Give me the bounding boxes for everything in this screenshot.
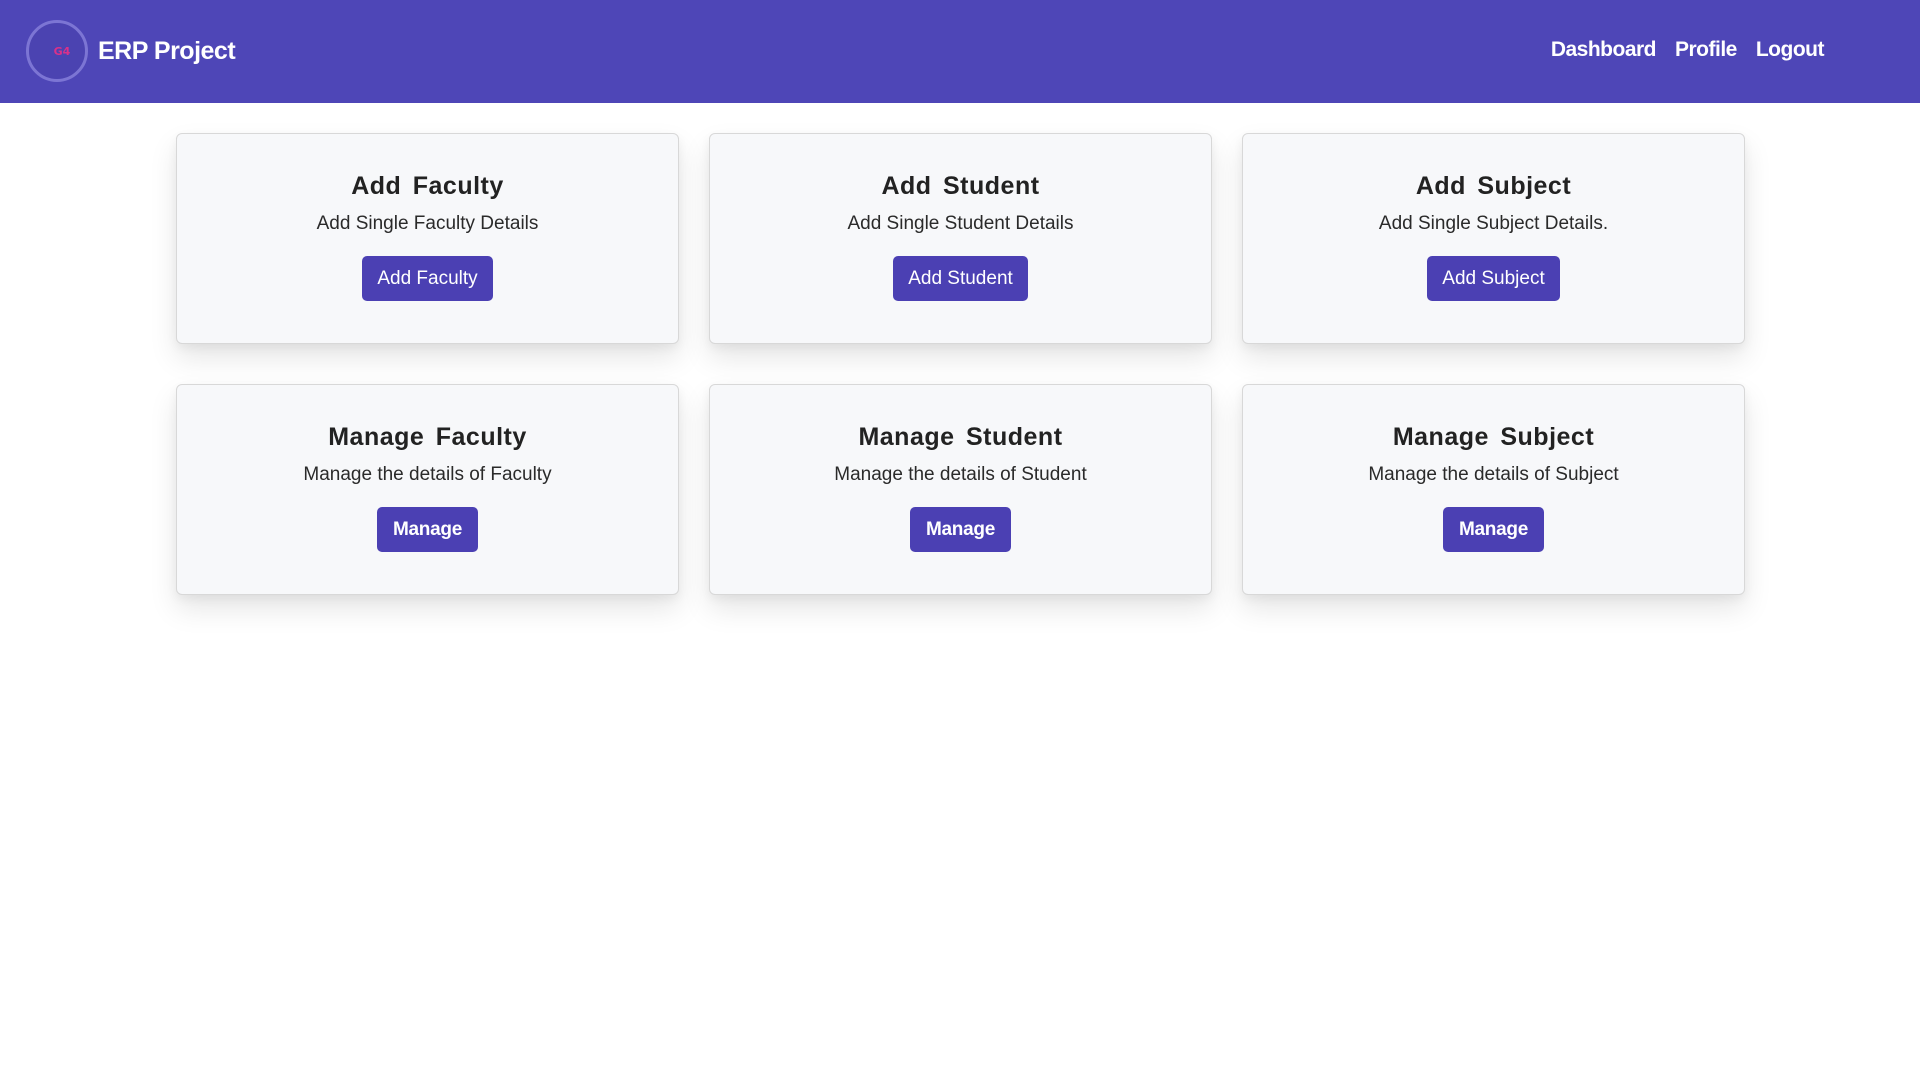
brand-name: ERP Project	[98, 36, 236, 65]
manage-faculty-card: Manage Faculty Manage the details of Fac…	[176, 384, 679, 595]
card-description: Manage the details of Faculty	[303, 464, 552, 485]
card-title: Add Student	[881, 172, 1040, 200]
manage-subject-card: Manage Subject Manage the details of Sub…	[1242, 384, 1745, 595]
brand-link[interactable]: G4 ERP Project	[26, 20, 236, 82]
logo-icon: G4	[26, 20, 88, 82]
card-title: Manage Student	[858, 423, 1063, 451]
add-student-card: Add Student Add Single Student Details A…	[709, 133, 1212, 344]
card-description: Add Single Faculty Details	[316, 213, 539, 234]
dashboard-card-grid: Add Faculty Add Single Faculty Details A…	[176, 133, 1745, 595]
top-navbar: G4 ERP Project Dashboard Profile Logout	[0, 0, 1920, 103]
add-student-button[interactable]: Add Student	[893, 256, 1028, 301]
card-title: Add Faculty	[351, 172, 504, 200]
card-description: Add Single Subject Details.	[1378, 213, 1609, 234]
manage-faculty-button[interactable]: Manage	[377, 507, 478, 552]
manage-student-card: Manage Student Manage the details of Stu…	[709, 384, 1212, 595]
card-description: Add Single Student Details	[847, 213, 1074, 234]
card-description: Manage the details of Student	[834, 464, 1087, 485]
card-title: Manage Faculty	[328, 423, 527, 451]
manage-subject-button[interactable]: Manage	[1443, 507, 1544, 552]
nav-links: Dashboard Profile Logout	[1551, 38, 1825, 62]
nav-profile-link[interactable]: Profile	[1675, 38, 1737, 62]
manage-student-button[interactable]: Manage	[910, 507, 1011, 552]
logo-mark: G4	[53, 44, 71, 58]
add-faculty-button[interactable]: Add Faculty	[362, 256, 493, 301]
card-description: Manage the details of Subject	[1368, 464, 1619, 485]
nav-logout-link[interactable]: Logout	[1756, 38, 1825, 62]
card-title: Add Subject	[1415, 172, 1572, 200]
add-subject-button[interactable]: Add Subject	[1427, 256, 1560, 301]
card-title: Manage Subject	[1392, 423, 1595, 451]
nav-dashboard-link[interactable]: Dashboard	[1551, 38, 1657, 62]
add-faculty-card: Add Faculty Add Single Faculty Details A…	[176, 133, 679, 344]
add-subject-card: Add Subject Add Single Subject Details. …	[1242, 133, 1745, 344]
